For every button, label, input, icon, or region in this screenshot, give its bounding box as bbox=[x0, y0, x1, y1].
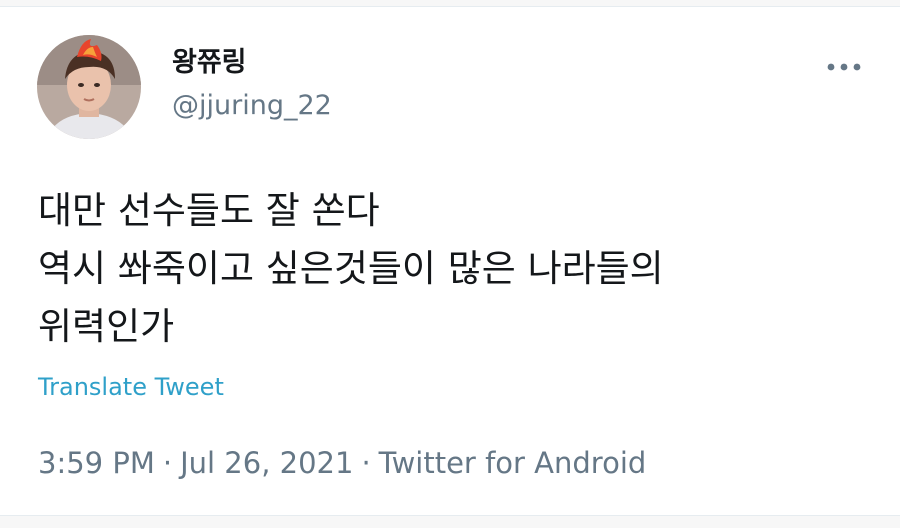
meta-separator: · bbox=[162, 446, 173, 480]
translate-tweet-link[interactable]: Translate Tweet bbox=[38, 371, 224, 403]
avatar[interactable] bbox=[37, 35, 141, 139]
author-handle[interactable]: @jjuring_22 bbox=[172, 90, 332, 122]
author-display-name[interactable]: 왕쮸링 bbox=[172, 47, 247, 79]
tweet-metadata: 3:59 PM · Jul 26, 2021 · Twitter for Android bbox=[38, 443, 646, 483]
tweet-text-line: 역시 쏴죽이고 싶은것들이 많은 나라들의 bbox=[38, 247, 664, 290]
tweet-source[interactable]: Twitter for Android bbox=[379, 446, 647, 480]
tweet-text-line: 대만 선수들도 잘 쏜다 bbox=[38, 189, 380, 232]
tweet-card: 왕쮸링 @jjuring_22 대만 선수들도 잘 쏜다 역시 쏴죽이고 싶은것… bbox=[0, 6, 900, 516]
tweet-time[interactable]: 3:59 PM bbox=[38, 446, 155, 480]
more-options-icon bbox=[827, 63, 861, 71]
tweet-date[interactable]: Jul 26, 2021 bbox=[180, 446, 353, 480]
meta-separator: · bbox=[361, 446, 371, 480]
tweet-text: 대만 선수들도 잘 쏜다 역시 쏴죽이고 싶은것들이 많은 나라들의 위력인가 bbox=[38, 182, 868, 356]
tweet-text-line: 위력인가 bbox=[38, 305, 175, 348]
more-options-button[interactable] bbox=[822, 51, 866, 83]
profile-photo-icon bbox=[37, 35, 141, 139]
